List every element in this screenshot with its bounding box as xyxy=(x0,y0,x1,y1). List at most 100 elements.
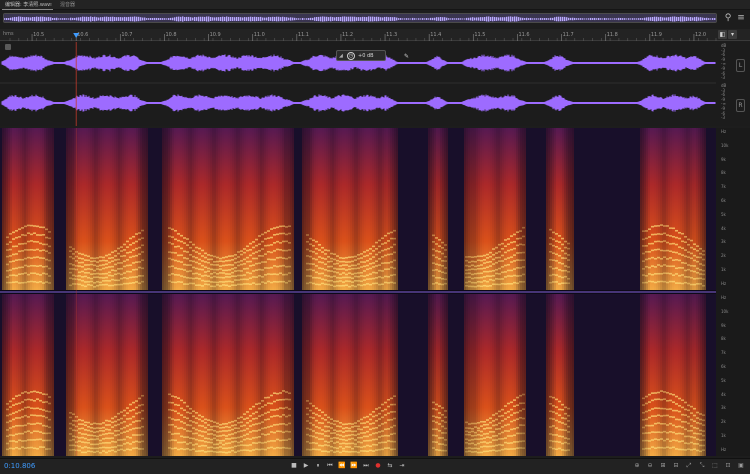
harmonic-band xyxy=(327,444,330,447)
spectral-column xyxy=(44,294,46,456)
harmonic-band xyxy=(102,280,105,282)
harmonic-band xyxy=(222,284,225,286)
spectral-column xyxy=(542,294,544,456)
harmonic-band xyxy=(252,423,255,426)
harmonic-band xyxy=(18,250,21,253)
harmonic-band xyxy=(654,225,657,227)
overview-bar xyxy=(44,17,46,21)
harmonic-band xyxy=(132,421,135,423)
hud-drag-icon[interactable]: ◢ xyxy=(339,53,345,59)
spectral-column xyxy=(330,294,332,456)
ruler-label: 11.3 xyxy=(386,32,397,38)
ruler-label: 12.0 xyxy=(695,32,706,38)
harmonic-band xyxy=(45,448,48,450)
harmonic-band xyxy=(12,447,15,450)
amplitude-hud[interactable]: ◢ ◷ +0 dB xyxy=(336,50,386,61)
harmonic-band xyxy=(465,421,468,424)
hud-pin-icon[interactable]: ✎ xyxy=(404,53,409,60)
harmonic-band xyxy=(285,273,288,276)
harmonic-band xyxy=(117,433,120,436)
harmonic-band xyxy=(666,272,669,275)
overview-navigator[interactable] xyxy=(3,13,717,23)
overview-bar xyxy=(124,16,126,22)
overview-bar xyxy=(566,17,568,21)
harmonic-band xyxy=(489,431,492,433)
harmonic-band xyxy=(516,252,519,254)
overview-bar xyxy=(138,16,140,22)
harmonic-band xyxy=(438,416,441,419)
harmonic-band xyxy=(132,235,135,238)
panel-menu-icon[interactable]: ≡ xyxy=(735,12,747,24)
track-settings-icon[interactable]: ◧ xyxy=(718,30,727,39)
track-mode-icon[interactable] xyxy=(5,44,11,50)
harmonic-band xyxy=(141,244,144,247)
harmonic-band xyxy=(123,431,126,434)
harmonic-band xyxy=(234,440,237,443)
harmonic-band xyxy=(210,285,213,288)
harmonic-band xyxy=(444,282,447,285)
harmonic-band xyxy=(117,439,120,441)
spectral-column xyxy=(534,294,536,456)
harmonic-band xyxy=(486,253,489,256)
harmonic-band xyxy=(120,427,123,430)
harmonic-band xyxy=(465,276,468,279)
harmonic-band xyxy=(369,423,372,425)
zoom-tool-icon[interactable]: ⚲ xyxy=(722,12,734,24)
spectral-column xyxy=(640,294,642,456)
overview-bar xyxy=(466,17,468,21)
harmonic-band xyxy=(438,443,441,445)
volume-knob-icon[interactable]: ◷ xyxy=(347,52,355,60)
overview-bar xyxy=(348,16,350,22)
harmonic-band xyxy=(504,251,507,254)
harmonic-band xyxy=(432,407,435,410)
spectral-column xyxy=(390,294,392,456)
spectral-column xyxy=(528,294,530,456)
spectral-column xyxy=(616,294,618,456)
spectral-column xyxy=(700,128,702,290)
harmonic-band xyxy=(201,285,204,287)
harmonic-band xyxy=(261,248,264,250)
overview-bar xyxy=(20,16,22,22)
harmonic-band xyxy=(96,261,99,263)
harmonic-band xyxy=(264,282,267,284)
harmonic-band xyxy=(249,249,252,251)
harmonic-band xyxy=(474,285,477,288)
ruler-ticks: 10.5 10.6 10.7 10.8 10.9 11.0 11.1 11.2 11.3 11.4… xyxy=(9,32,717,41)
harmonic-band xyxy=(192,432,195,435)
harmonic-band xyxy=(660,280,663,283)
spectral-column xyxy=(182,128,184,290)
ruler-label: 11.1 xyxy=(298,32,309,38)
channel-r-toggle[interactable]: R xyxy=(736,99,745,112)
tab-menu-icon[interactable]: ≡ xyxy=(45,1,55,10)
harmonic-band xyxy=(216,443,219,446)
channel-l-toggle[interactable]: L xyxy=(736,59,745,72)
spectral-column xyxy=(500,128,502,290)
harmonic-band xyxy=(441,271,444,274)
harmonic-band xyxy=(30,423,33,425)
overview-bar xyxy=(58,18,60,20)
harmonic-band xyxy=(336,430,339,433)
time-ruler[interactable]: hms 10.5 10.6 10.7 10.8 10.9 11.0 11.1 11.2 11.3… xyxy=(0,29,750,41)
harmonic-band xyxy=(192,415,195,418)
harmonic-band xyxy=(99,451,102,454)
harmonic-band xyxy=(87,268,90,270)
channel-dropdown-icon[interactable]: ▾ xyxy=(728,30,737,39)
tab-mixer[interactable]: 混音器 xyxy=(57,1,78,10)
harmonic-band xyxy=(489,284,492,287)
harmonic-band xyxy=(324,425,327,428)
overview-bar xyxy=(206,16,208,22)
harmonic-band xyxy=(69,416,72,419)
harmonic-band xyxy=(204,445,207,447)
spectral-column xyxy=(606,294,608,456)
harmonic-band xyxy=(366,444,369,447)
harmonic-band xyxy=(690,276,693,279)
harmonic-band xyxy=(234,284,237,287)
waveform-view[interactable]: ◢ ◷ +0 dB ✎ L R dB -3 -6 -9 -∞ -9 -6 -3 dB -3 -6 -9… xyxy=(0,42,750,126)
spectral-frequency-view[interactable]: Hz 10k 9k 8k 7k 6k 5k 4k 3k 2k 1k Hz Hz 10k 9k 8k 7k 6k 5k… xyxy=(0,128,750,456)
harmonic-band xyxy=(702,278,705,280)
harmonic-band xyxy=(168,251,171,253)
harmonic-band xyxy=(435,421,438,424)
harmonic-band xyxy=(480,430,483,433)
overview-bar xyxy=(540,17,542,21)
harmonic-band xyxy=(324,263,327,265)
